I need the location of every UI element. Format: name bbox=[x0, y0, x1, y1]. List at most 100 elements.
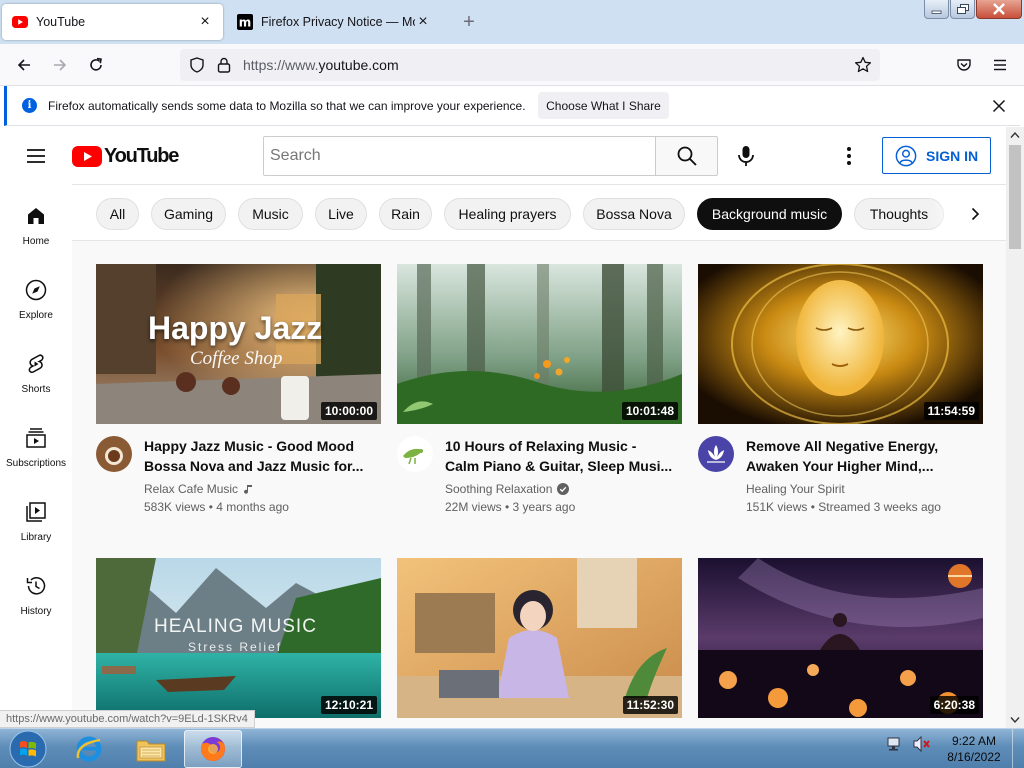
tracking-protection-shield-icon[interactable] bbox=[188, 56, 206, 74]
url-scheme: https://www. bbox=[243, 57, 319, 73]
sidebar-item-history[interactable]: History bbox=[0, 554, 72, 628]
new-tab-plus-icon[interactable]: + bbox=[458, 11, 480, 33]
tab-privacy-notice[interactable]: m Firefox Privacy Notice — Mozilla × bbox=[227, 4, 441, 40]
internet-explorer-icon bbox=[76, 736, 102, 762]
channel-name[interactable]: Soothing Relaxation bbox=[445, 482, 570, 496]
thumbnail-subtitle-text: Coffee Shop bbox=[190, 348, 283, 369]
compass-icon bbox=[25, 279, 47, 301]
video-title-line: Remove All Negative Energy, bbox=[746, 438, 939, 454]
chip-scroll-right-chevron-icon[interactable] bbox=[962, 201, 988, 227]
minimize-button[interactable] bbox=[924, 0, 949, 19]
scroll-down-arrow-icon[interactable] bbox=[1006, 712, 1024, 728]
chip-all[interactable]: All bbox=[96, 198, 139, 230]
chip-live[interactable]: Live bbox=[315, 198, 367, 230]
video-thumbnail[interactable]: 11:54:59 bbox=[698, 264, 983, 424]
close-window-button[interactable] bbox=[976, 0, 1022, 19]
close-notification-icon[interactable] bbox=[990, 97, 1008, 115]
volume-muted-icon[interactable] bbox=[912, 735, 932, 753]
channel-avatar[interactable] bbox=[96, 436, 132, 472]
search-input[interactable] bbox=[264, 137, 655, 175]
video-stats: 151K views • Streamed 3 weeks ago bbox=[746, 500, 941, 514]
sidebar-item-subscriptions[interactable]: Subscriptions bbox=[0, 406, 72, 480]
video-thumbnail[interactable]: Happy Jazz Coffee Shop 10:00:00 bbox=[96, 264, 381, 424]
scroll-up-arrow-icon[interactable] bbox=[1006, 127, 1024, 143]
forward-arrow-icon[interactable] bbox=[48, 53, 72, 77]
settings-kebab-icon[interactable] bbox=[837, 144, 861, 168]
reload-icon[interactable] bbox=[84, 53, 108, 77]
restore-button[interactable] bbox=[950, 0, 975, 19]
sidebar-item-home[interactable]: Home bbox=[0, 184, 72, 258]
duration-badge: 10:00:00 bbox=[320, 402, 377, 420]
video-title[interactable]: Remove All Negative Energy, Awaken Your … bbox=[746, 436, 976, 476]
tab-close-icon[interactable]: × bbox=[415, 14, 431, 30]
chip-healing-prayers[interactable]: Healing prayers bbox=[444, 198, 571, 230]
video-thumbnail[interactable]: HEALING MUSIC Stress Relief 12:10:21 bbox=[96, 558, 381, 718]
network-icon[interactable] bbox=[886, 735, 904, 753]
chip-background-music[interactable]: Background music bbox=[697, 198, 842, 230]
channel-name-text: Relax Cafe Music bbox=[144, 482, 239, 496]
youtube-masthead: YouTube SIGN IN bbox=[0, 127, 1006, 184]
mountain-lake-thumbnail-image bbox=[96, 558, 381, 718]
music-note-icon bbox=[244, 485, 253, 494]
windows-logo-icon bbox=[9, 730, 47, 768]
video-title[interactable]: 10 Hours of Relaxing Music - Calm Piano … bbox=[445, 436, 675, 476]
thumbnail-title-text: HEALING MUSIC bbox=[154, 616, 317, 637]
pocket-icon[interactable] bbox=[952, 53, 976, 77]
taskbar-file-explorer[interactable] bbox=[122, 730, 180, 768]
taskbar-firefox[interactable] bbox=[184, 730, 242, 768]
telemetry-notification-bar: i Firefox automatically sends some data … bbox=[4, 86, 1020, 126]
channel-avatar[interactable] bbox=[698, 436, 734, 472]
chip-rain[interactable]: Rain bbox=[379, 198, 432, 230]
tab-youtube[interactable]: YouTube × bbox=[2, 4, 223, 40]
sign-in-label: SIGN IN bbox=[926, 147, 979, 164]
chip-music[interactable]: Music bbox=[238, 198, 303, 230]
video-grid: Happy Jazz Coffee Shop 10:00:00 Happy Ja… bbox=[72, 241, 1006, 728]
taskbar-clock[interactable]: 9:22 AM 8/16/2022 bbox=[942, 733, 1006, 765]
video-thumbnail[interactable]: 6:20:38 bbox=[698, 558, 983, 718]
library-icon bbox=[26, 502, 46, 522]
lock-icon[interactable] bbox=[215, 56, 233, 74]
video-thumbnail[interactable]: 10:01:48 bbox=[397, 264, 682, 424]
search-button[interactable] bbox=[655, 136, 718, 176]
page-scrollbar[interactable] bbox=[1006, 127, 1024, 728]
channel-name[interactable]: Relax Cafe Music bbox=[144, 482, 255, 496]
voice-search-button[interactable] bbox=[728, 138, 764, 174]
channel-name[interactable]: Healing Your Spirit bbox=[746, 482, 845, 496]
history-icon bbox=[26, 577, 46, 595]
video-stats: 583K views • 4 months ago bbox=[144, 500, 289, 514]
video-thumbnail[interactable]: 11:52:30 bbox=[397, 558, 682, 718]
sidebar-item-explore[interactable]: Explore bbox=[0, 258, 72, 332]
scrollbar-thumb[interactable] bbox=[1009, 145, 1021, 249]
show-desktop-button[interactable] bbox=[1012, 729, 1024, 768]
url-text[interactable]: https://www.youtube.com bbox=[243, 57, 399, 73]
youtube-logo[interactable]: YouTube bbox=[72, 145, 179, 167]
shorts-icon bbox=[28, 354, 44, 374]
guide-menu-icon[interactable] bbox=[24, 144, 48, 168]
filter-chip-bar: All Gaming Music Live Rain Healing praye… bbox=[72, 184, 1006, 241]
video-title-line: Calm Piano & Guitar, Sleep Musi... bbox=[445, 458, 673, 474]
golden-face-thumbnail-image bbox=[698, 264, 983, 424]
duration-badge: 6:20:38 bbox=[929, 696, 979, 714]
taskbar-internet-explorer[interactable] bbox=[60, 730, 118, 768]
thumbnail-title-text: Happy Jazz bbox=[148, 310, 323, 346]
mini-guide-sidebar: Home Explore Shorts Subscriptions Librar… bbox=[0, 184, 72, 728]
chip-gaming[interactable]: Gaming bbox=[151, 198, 226, 230]
video-title[interactable]: Happy Jazz Music - Good Mood Bossa Nova … bbox=[144, 436, 374, 476]
bookmark-star-icon[interactable] bbox=[854, 56, 872, 74]
tab-close-icon[interactable]: × bbox=[197, 14, 213, 30]
url-bar[interactable]: https://www.youtube.com bbox=[180, 49, 880, 81]
back-arrow-icon[interactable] bbox=[12, 53, 36, 77]
clock-time: 9:22 AM bbox=[951, 734, 997, 748]
sidebar-item-library[interactable]: Library bbox=[0, 480, 72, 554]
night-sky-meditation-thumbnail-image bbox=[698, 558, 983, 718]
app-menu-hamburger-icon[interactable] bbox=[988, 53, 1012, 77]
chip-bossa-nova[interactable]: Bossa Nova bbox=[583, 198, 685, 230]
sign-in-button[interactable]: SIGN IN bbox=[882, 137, 991, 174]
channel-avatar[interactable] bbox=[397, 436, 433, 472]
sidebar-item-shorts[interactable]: Shorts bbox=[0, 332, 72, 406]
choose-what-i-share-button[interactable]: Choose What I Share bbox=[538, 92, 669, 119]
sidebar-item-label: Shorts bbox=[21, 384, 51, 395]
start-button[interactable] bbox=[2, 730, 54, 768]
video-title-line: Awaken Your Higher Mind,... bbox=[746, 458, 934, 474]
chip-thoughts[interactable]: Thoughts bbox=[854, 198, 944, 230]
